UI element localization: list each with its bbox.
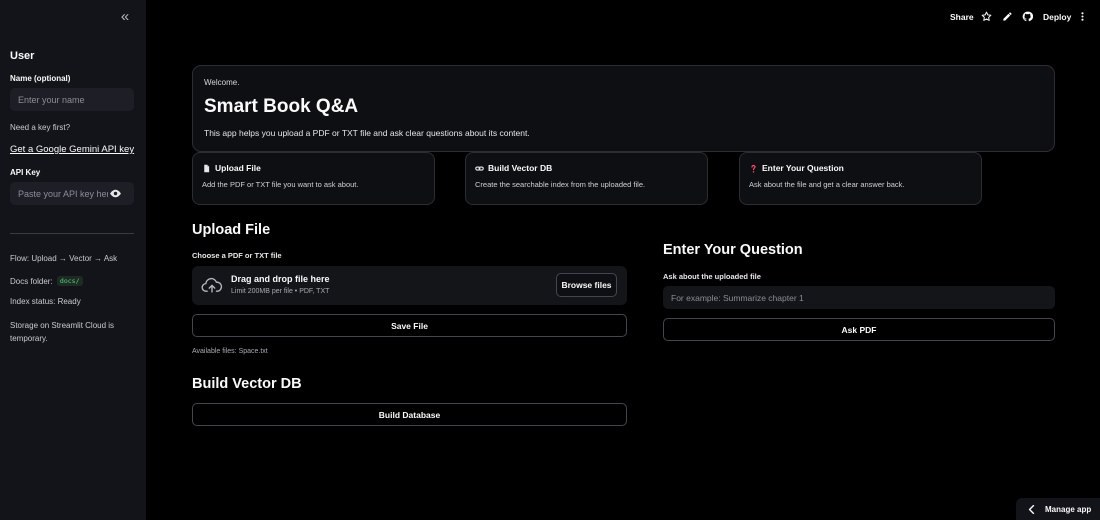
gemini-api-key-link[interactable]: Get a Google Gemini API key <box>10 144 134 155</box>
welcome-greeting: Welcome. <box>204 78 240 87</box>
vector-section-title: Build Vector DB <box>192 376 302 392</box>
file-dropzone[interactable]: Drag and drop file here Limit 200MB per … <box>192 266 627 305</box>
step-card-vector: Build Vector DB Create the searchable in… <box>465 152 708 205</box>
step-description: Add the PDF or TXT file you want to ask … <box>202 180 359 189</box>
step-description: Ask about the file and get a clear answe… <box>749 180 905 189</box>
star-icon[interactable] <box>981 11 992 22</box>
sidebar-heading: User <box>10 50 35 62</box>
more-vertical-icon[interactable] <box>1077 11 1088 22</box>
question-input[interactable] <box>663 286 1055 309</box>
welcome-card: Welcome. Smart Book Q&A This app helps y… <box>192 65 1055 152</box>
step-title: Upload File <box>215 163 261 173</box>
flow-text: Flow: Upload → Vector → Ask <box>10 254 118 263</box>
github-icon[interactable] <box>1022 11 1033 22</box>
share-button[interactable]: Share <box>950 12 974 22</box>
api-key-label: API Key <box>10 168 41 177</box>
question-label: Ask about the uploaded file <box>663 272 761 281</box>
edit-pencil-icon[interactable] <box>1002 11 1013 22</box>
docs-folder-code: docs/ <box>56 276 83 286</box>
sidebar: « User Name (optional) Need a key first?… <box>0 0 146 520</box>
eye-icon[interactable] <box>109 189 122 198</box>
welcome-description: This app helps you upload a PDF or TXT f… <box>204 128 530 138</box>
page-title: Smart Book Q&A <box>204 96 359 117</box>
browse-files-button[interactable]: Browse files <box>556 273 617 297</box>
link-icon <box>475 165 484 171</box>
step-title: Enter Your Question <box>762 163 844 173</box>
available-files-text: Available files: Space.txt <box>192 348 268 355</box>
question-icon <box>751 164 756 173</box>
chevron-left-icon <box>1028 504 1035 514</box>
index-status: Index status: Ready <box>10 297 81 306</box>
ask-pdf-button[interactable]: Ask PDF <box>663 318 1055 341</box>
question-section-title: Enter Your Question <box>663 242 803 258</box>
docs-folder-text: Docs folder: docs/ <box>10 276 83 286</box>
name-input[interactable] <box>10 88 134 111</box>
cloud-upload-icon <box>201 277 223 293</box>
dropzone-limit: Limit 200MB per file • PDF, TXT <box>231 288 330 295</box>
upload-section-title: Upload File <box>192 222 271 238</box>
document-icon <box>204 164 210 172</box>
step-title: Build Vector DB <box>488 163 553 173</box>
step-card-question: Enter Your Question Ask about the file a… <box>739 152 982 205</box>
step-card-upload: Upload File Add the PDF or TXT file you … <box>192 152 435 205</box>
deploy-button[interactable]: Deploy <box>1043 12 1071 22</box>
sidebar-divider <box>10 233 134 234</box>
docs-folder-label: Docs folder: <box>10 277 53 286</box>
name-label: Name (optional) <box>10 74 71 83</box>
storage-note: Storage on Streamlit Cloud is temporary. <box>10 321 115 343</box>
manage-app-label: Manage app <box>1045 504 1092 514</box>
need-key-text: Need a key first? <box>10 123 71 132</box>
save-file-button[interactable]: Save File <box>192 314 627 337</box>
step-description: Create the searchable index from the upl… <box>475 180 646 189</box>
dropzone-title: Drag and drop file here <box>231 274 330 284</box>
manage-app-button[interactable]: Manage app <box>1016 498 1100 520</box>
collapse-sidebar-icon[interactable]: « <box>116 9 134 25</box>
upload-file-label: Choose a PDF or TXT file <box>192 251 282 260</box>
build-database-button[interactable]: Build Database <box>192 403 627 426</box>
